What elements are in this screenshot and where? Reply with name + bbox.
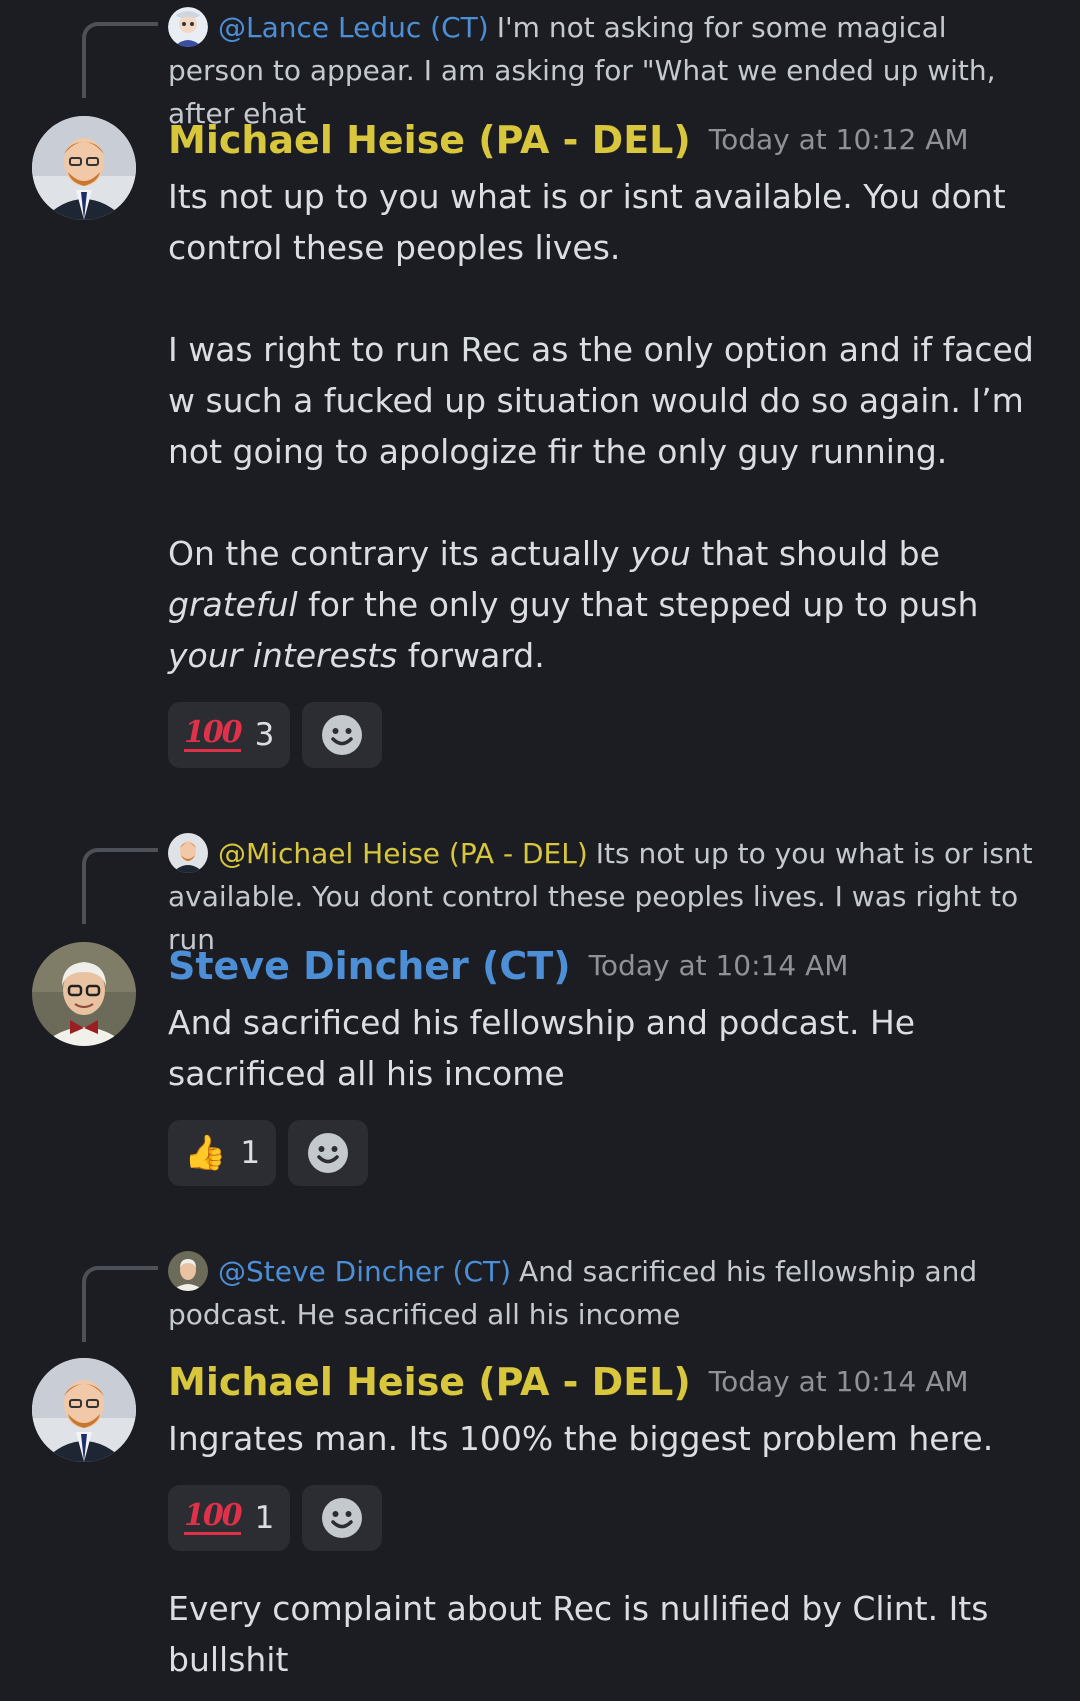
reply-mention[interactable]: @Lance Leduc (CT) — [218, 11, 489, 44]
reply-connector — [82, 1266, 158, 1342]
author-name[interactable]: Steve Dincher (CT) — [168, 944, 571, 988]
italic-run: your interests — [168, 636, 398, 675]
reply-avatar-steve — [168, 1251, 208, 1291]
message-header: Michael Heise (PA - DEL) Today at 10:14 A… — [168, 1360, 969, 1404]
message-header: Steve Dincher (CT) Today at 10:14 AM — [168, 944, 848, 988]
reaction-thumbs-up[interactable]: 👍 1 — [168, 1120, 277, 1186]
paragraph: Its not up to you what is or isnt availa… — [168, 177, 1006, 267]
add-reaction-button[interactable] — [288, 1120, 369, 1186]
reaction-count: 3 — [254, 717, 275, 753]
reply-preview[interactable]: @Steve Dincher (CT) And sacrificed his fe… — [168, 1250, 1048, 1336]
reaction-count: 1 — [254, 1500, 275, 1536]
timestamp[interactable]: Today at 10:14 AM — [589, 949, 849, 982]
reply-mention[interactable]: @Michael Heise (PA - DEL) — [218, 837, 588, 870]
avatar-michael[interactable] — [32, 116, 136, 220]
author-name[interactable]: Michael Heise (PA - DEL) — [168, 118, 691, 162]
thumbs-up-icon: 👍 — [184, 1133, 227, 1173]
paragraph: I was right to run Rec as the only optio… — [168, 330, 1034, 471]
timestamp[interactable]: Today at 10:12 AM — [709, 123, 969, 156]
message-content: Its not up to you what is or isnt availa… — [168, 171, 1048, 681]
text-run: that should be — [690, 534, 940, 573]
paragraph: Ingrates man. Its 100% the biggest probl… — [168, 1419, 994, 1458]
message-content: Ingrates man. Its 100% the biggest probl… — [168, 1413, 1048, 1464]
reactions-bar: 100 3 — [168, 702, 383, 768]
text-run: for the only guy that stepped up to push — [297, 585, 979, 624]
author-name[interactable]: Michael Heise (PA - DEL) — [168, 1360, 691, 1404]
reactions-bar: 100 1 — [168, 1485, 383, 1551]
message-content: Every complaint about Rec is nullified b… — [168, 1583, 1048, 1685]
reaction-hundred[interactable]: 100 1 — [168, 1485, 291, 1551]
message-content: And sacrificed his fellowship and podcas… — [168, 997, 1048, 1099]
smile-icon — [322, 1498, 363, 1538]
reply-mention[interactable]: @Steve Dincher (CT) — [218, 1255, 511, 1288]
hundred-points-icon: 100 — [184, 714, 243, 752]
reply-avatar-michael — [168, 833, 208, 873]
reply-preview[interactable]: @Michael Heise (PA - DEL) Its not up to y… — [168, 832, 1048, 961]
paragraph: Every complaint about Rec is nullified b… — [168, 1589, 989, 1679]
reply-preview[interactable]: @Lance Leduc (CT) I'm not asking for some… — [168, 6, 1048, 135]
hundred-points-icon: 100 — [184, 1497, 243, 1535]
timestamp[interactable]: Today at 10:14 AM — [709, 1365, 969, 1398]
reply-connector — [82, 22, 158, 98]
add-reaction-button[interactable] — [302, 702, 383, 768]
reaction-hundred[interactable]: 100 3 — [168, 702, 291, 768]
reply-connector — [82, 848, 158, 924]
text-run: forward. — [397, 636, 545, 675]
smile-icon — [308, 1133, 349, 1173]
smile-icon — [322, 715, 363, 755]
italic-run: grateful — [168, 585, 298, 624]
avatar-michael[interactable] — [32, 1358, 136, 1462]
message-header: Michael Heise (PA - DEL) Today at 10:12 A… — [168, 118, 969, 162]
paragraph: And sacrificed his fellowship and podcas… — [168, 1003, 916, 1093]
italic-run: you — [630, 534, 691, 573]
reactions-bar: 👍 1 — [168, 1120, 369, 1186]
paragraph: On the contrary its actually you that sh… — [168, 528, 1048, 681]
avatar-steve[interactable] — [32, 942, 136, 1046]
reaction-count: 1 — [240, 1135, 261, 1171]
add-reaction-button[interactable] — [302, 1485, 383, 1551]
reply-avatar-lance — [168, 7, 208, 47]
text-run: On the contrary its actually — [168, 534, 631, 573]
